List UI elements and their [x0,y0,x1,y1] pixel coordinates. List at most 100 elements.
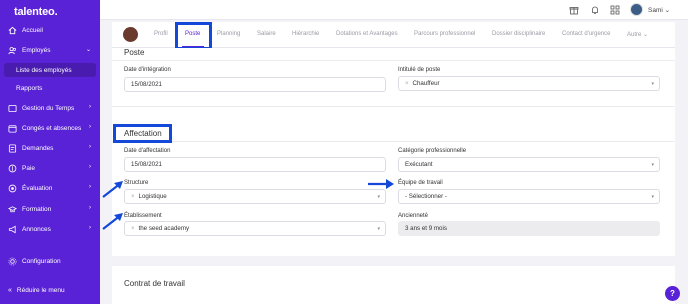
annotation-arrow-etablissement [102,213,123,230]
user-menu[interactable]: Sami ⌄ [648,6,670,14]
gift-icon[interactable] [569,5,579,15]
tab-dossier-disciplinaire[interactable]: Dossier disciplinaire [492,31,545,37]
annotation-arrow-equipe [368,179,394,189]
graduation-icon [8,205,17,214]
sidebar-item-annonces[interactable]: Annonces › [0,221,100,237]
collapse-menu-label: Réduire le menu [16,287,65,294]
sidebar-item-label: Paie [22,164,36,172]
chevron-right-icon: › [89,104,91,110]
sidebar-item-label: Configuration [22,257,61,265]
chevron-right-icon: › [89,144,91,150]
sidebar-item-label: Employés [22,46,51,54]
clear-icon[interactable]: × [131,226,135,232]
clear-icon[interactable]: × [131,194,135,200]
tab-autre-label: Autre [627,32,642,38]
equipe-select[interactable]: - Sélectionner - ▾ [398,189,660,204]
user-name: Sami [648,7,663,14]
date-affectation-value: 15/08/2021 [131,161,162,168]
bell-icon[interactable] [590,5,600,15]
sidebar-item-employes[interactable]: Employés ⌄ [0,42,100,58]
divider [112,60,675,61]
sidebar-item-demandes[interactable]: Demandes › [0,140,100,156]
categorie-select[interactable]: Exécutant ▾ [398,157,660,172]
date-affectation-label: Date d'affectation [124,148,171,154]
etablissement-select[interactable]: × the seed academy ▾ [124,221,386,236]
sidebar-item-formation[interactable]: Formation › [0,201,100,217]
tab-profil[interactable]: Profil [154,31,168,37]
tab-autre[interactable]: Autre ⌄ [627,31,648,38]
tab-planning[interactable]: Planning [217,31,240,37]
chevron-right-icon: › [89,225,91,231]
sidebar-item-paie[interactable]: Paie › [0,160,100,176]
sidebar-item-label: Demandes [22,144,54,152]
structure-value: Logistique [138,193,167,200]
annotation-arrow-structure [102,181,123,198]
sidebar-item-accueil[interactable]: Accueil [0,22,100,38]
contract-card: Contrat de travail [112,266,675,304]
date-integration-label: Date d'intégration [124,67,171,73]
gear-icon [8,257,17,266]
categorie-label: Catégorie professionnelle [398,148,467,154]
sidebar-item-label: Accueil [22,26,43,34]
intitule-poste-select[interactable]: × Chauffeur ▾ [398,76,660,91]
users-icon [8,46,17,55]
sidebar-item-rapports[interactable]: Rapports [4,81,96,95]
collapse-menu-button[interactable]: « Réduire le menu [8,287,65,294]
etablissement-label: Établissement [124,213,162,219]
structure-label: Structure [124,180,149,186]
apps-grid-icon[interactable] [610,5,620,15]
equipe-value: - Sélectionner - [405,193,447,200]
caret-down-icon: ▾ [651,162,654,168]
section-title-contrat: Contrat de travail [124,279,185,288]
tab-salaire[interactable]: Salaire [257,31,276,37]
tab-dotations[interactable]: Dotations et Avantages [336,31,398,37]
section-title-poste: Poste [124,48,145,57]
sidebar-item-conges[interactable]: Congés et absences › [0,120,100,136]
categorie-value: Exécutant [405,161,433,168]
anciennete-value: 3 ans et 9 mois [405,225,447,232]
anciennete-label: Ancienneté [398,213,429,219]
home-icon [8,26,17,35]
tab-hierarchie[interactable]: Hiérarchie [292,31,319,37]
sidebar-item-label: Liste des employés [16,66,72,74]
intitule-poste-label: Intitulé de poste [398,67,441,73]
megaphone-icon [8,225,17,234]
clear-icon[interactable]: × [405,81,409,87]
sidebar-item-label: Congés et absences [22,124,82,132]
chevron-down-icon: ⌄ [643,32,649,38]
caret-down-icon: ▾ [651,194,654,200]
inbox-icon [8,143,17,153]
highlight-box-affectation [113,124,172,143]
sidebar-item-label: Rapports [16,84,43,92]
help-button[interactable]: ? [665,286,680,301]
etablissement-value: the seed academy [138,225,190,232]
money-icon [8,164,17,173]
chevron-down-icon: ⌄ [664,7,671,14]
double-chevron-left-icon: « [8,287,12,294]
chevron-down-icon: ⌄ [85,47,91,53]
date-affectation-field[interactable]: 15/08/2021 [124,157,386,172]
caret-down-icon: ▾ [651,81,654,87]
sidebar-item-gestion-temps[interactable]: Gestion du Temps › [0,100,100,116]
sidebar-item-evaluation[interactable]: Évaluation › [0,180,100,196]
sidebar-item-label: Annonces [22,225,51,233]
intitule-poste-value: Chauffeur [412,80,440,87]
app-logo: talenteo. [14,6,58,18]
user-avatar[interactable] [630,3,643,16]
sidebar: talenteo. Accueil Employés ⌄ Liste des e… [0,0,100,304]
sidebar-item-liste-employes[interactable]: Liste des employés [4,63,96,77]
sidebar-item-configuration[interactable]: Configuration [0,253,100,269]
job-card: Poste Date d'intégration 15/08/2021 Inti… [112,48,675,256]
tab-parcours[interactable]: Parcours professionnel [414,31,475,37]
clock-icon [8,104,17,113]
highlight-box-tab [175,22,212,50]
structure-select[interactable]: × Logistique ▾ [124,189,386,204]
target-icon [8,184,17,193]
employee-avatar [123,27,138,42]
date-integration-field[interactable]: 15/08/2021 [124,77,386,92]
divider [112,141,675,142]
sidebar-item-label: Gestion du Temps [22,104,75,112]
caret-down-icon: ▾ [377,194,380,200]
chevron-right-icon: › [89,184,91,190]
tab-contact-urgence[interactable]: Contact d'urgence [562,31,611,37]
